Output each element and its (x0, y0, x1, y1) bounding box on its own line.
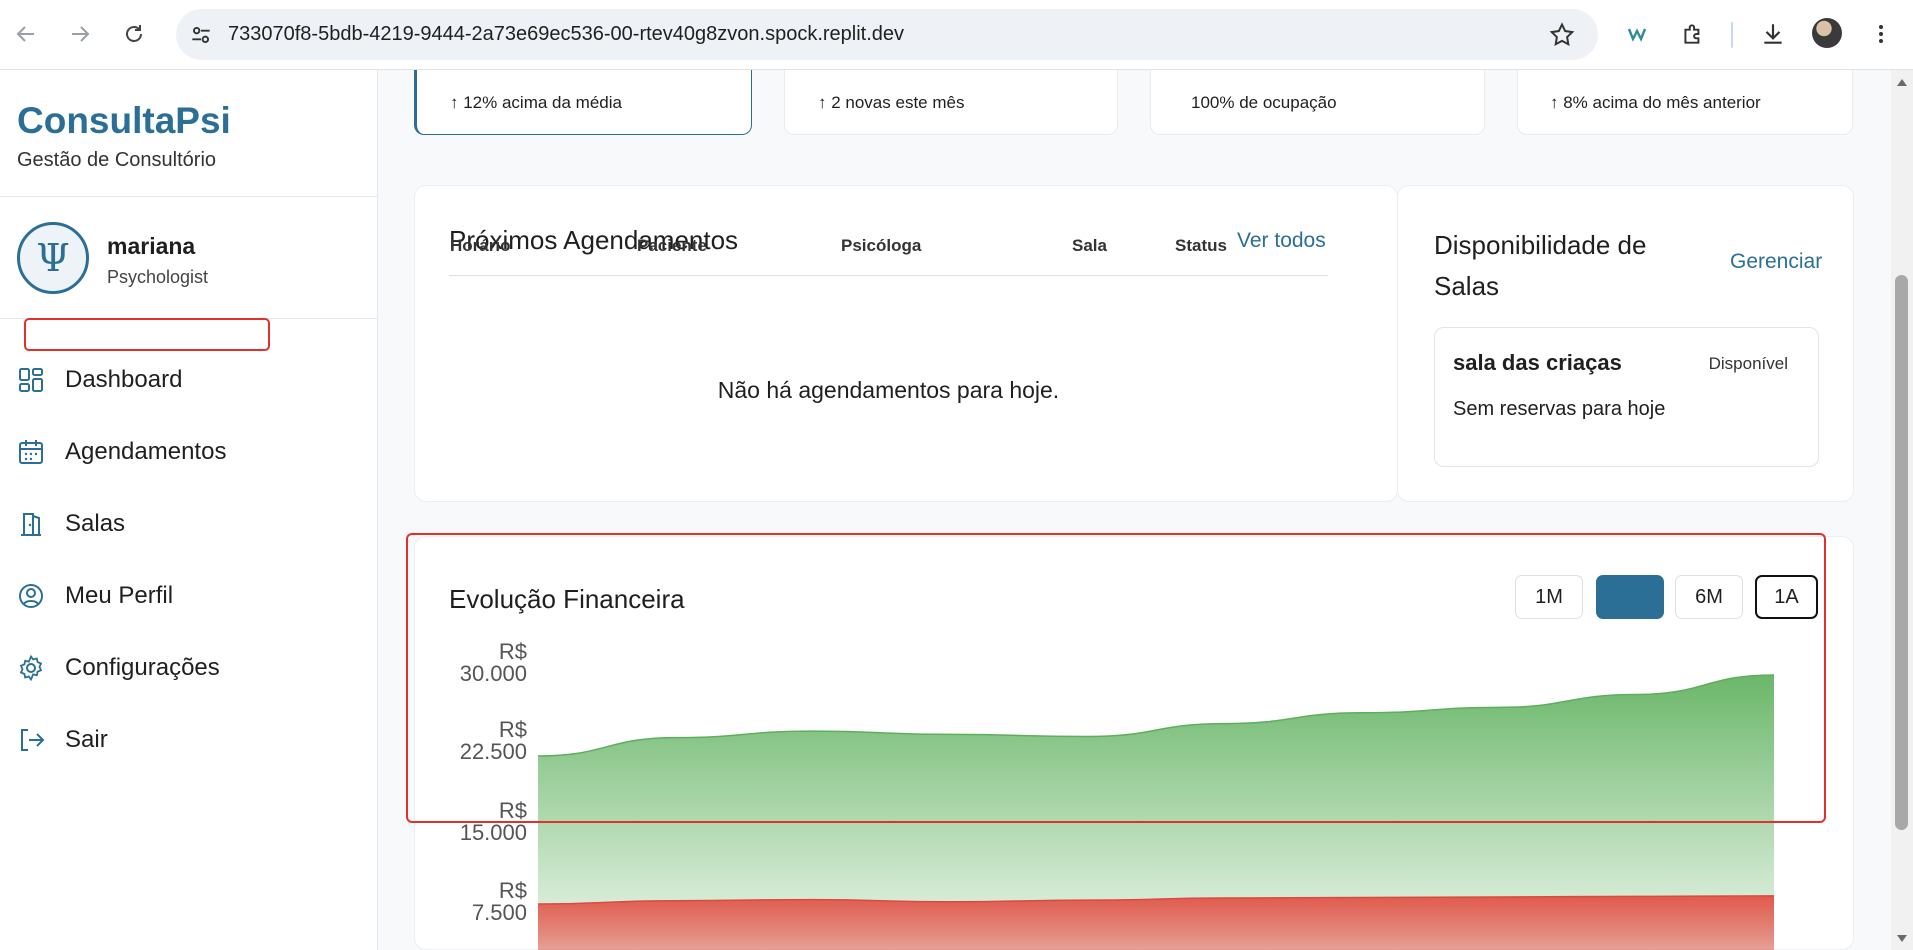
sidebar: ConsultaPsi Gestão de Consultório Ψ mari… (0, 70, 378, 950)
highlight-box (406, 533, 1826, 823)
calendar-icon (19, 440, 43, 464)
sidebar-item-label: Agendamentos (65, 438, 227, 465)
gear-icon (19, 654, 43, 682)
sidebar-item-label: Sair (65, 726, 108, 753)
sidebar-item-label: Salas (65, 510, 126, 537)
stat-text: ↑ 2 novas este mês (818, 93, 965, 112)
bookmark-star-icon[interactable] (1548, 21, 1576, 49)
table-header-divider (449, 275, 1328, 276)
stat-text: ↑ 12% acima da média (450, 93, 622, 112)
dashboard-grid-icon (19, 368, 43, 392)
logout-icon (21, 729, 45, 751)
series-area-1 (538, 895, 1774, 950)
sidebar-divider (0, 196, 378, 197)
brand-subtitle: Gestão de Consultório (17, 149, 217, 171)
column-header-sala[interactable]: Sala (1072, 236, 1107, 256)
empty-appointments-message: Não há agendamentos para hoje. (717, 377, 1060, 403)
ver-todos-link[interactable]: Ver todos (1237, 229, 1326, 253)
sidebar-item-agendamentos[interactable]: Agendamentos (0, 424, 378, 480)
room-description: Sem reservas para hoje (1453, 398, 1666, 420)
w-extension-icon[interactable] (1622, 17, 1656, 51)
sidebar-item-label: Dashboard (65, 366, 183, 393)
sidebar-item-sair[interactable]: Sair (0, 712, 378, 768)
sidebar-item-salas[interactable]: Salas (0, 496, 378, 552)
stat-card[interactable]: 100% de ocupação (1150, 70, 1485, 135)
y-tick-label: R$ 7.500 (471, 878, 527, 925)
sidebar-item-configuracoes[interactable]: Configurações (0, 640, 378, 696)
room-card[interactable]: sala das criaças Disponível Sem reservas… (1434, 327, 1819, 467)
sidebar-item-label: Configurações (65, 654, 220, 681)
room-name: sala das criaças (1453, 350, 1622, 375)
site-info-icon[interactable] (188, 22, 214, 48)
column-header-status[interactable]: Status (1175, 236, 1227, 256)
gerenciar-link[interactable]: Gerenciar (1730, 250, 1822, 274)
user-role: Psychologist (107, 267, 209, 287)
psi-icon: Ψ (36, 236, 70, 280)
profile-avatar[interactable] (1812, 18, 1842, 48)
scroll-up-arrow-icon[interactable] (1895, 76, 1909, 88)
column-header-horario[interactable]: Horário (450, 236, 510, 256)
address-bar[interactable]: 733070f8-5bdb-4219-9444-2a73e69ec536-00-… (176, 9, 1598, 60)
stat-text: ↑ 8% acima do mês anterior (1550, 93, 1761, 112)
more-menu-icon[interactable] (1864, 17, 1898, 51)
highlight-box (24, 318, 270, 351)
download-icon[interactable] (1756, 17, 1790, 51)
stat-text: 100% de ocupação (1191, 93, 1337, 112)
stat-card[interactable]: ↑ 8% acima do mês anterior (1517, 70, 1853, 135)
column-header-paciente[interactable]: Paciente (637, 236, 707, 256)
forward-icon[interactable] (62, 16, 98, 52)
back-icon[interactable] (8, 16, 44, 52)
stat-card[interactable]: ↑ 12% acima da média (414, 70, 752, 135)
user-avatar: Ψ (17, 222, 89, 294)
stat-card[interactable]: ↑ 2 novas este mês (784, 70, 1118, 135)
toolbar-separator (1731, 22, 1733, 48)
user-circle-icon (19, 584, 43, 608)
reload-icon[interactable] (116, 16, 152, 52)
room-status-badge: Disponível (1708, 354, 1788, 373)
brand-logo-text[interactable]: ConsultaPsi (17, 100, 231, 142)
sidebar-item-dashboard[interactable]: Dashboard (0, 352, 378, 408)
user-name: mariana (107, 233, 196, 259)
scroll-down-arrow-icon[interactable] (1895, 933, 1909, 945)
url-text[interactable]: 733070f8-5bdb-4219-9444-2a73e69ec536-00-… (228, 9, 904, 60)
browser-toolbar: 733070f8-5bdb-4219-9444-2a73e69ec536-00-… (0, 0, 1913, 70)
extensions-puzzle-icon[interactable] (1676, 17, 1710, 51)
scrollbar-thumb[interactable] (1895, 275, 1908, 830)
rooms-title: Disponibilidade de Salas (1434, 230, 1647, 301)
sidebar-item-meu-perfil[interactable]: Meu Perfil (0, 568, 378, 624)
door-icon (21, 513, 41, 536)
sidebar-item-label: Meu Perfil (65, 582, 174, 609)
column-header-psicologa[interactable]: Psicóloga (841, 236, 921, 256)
